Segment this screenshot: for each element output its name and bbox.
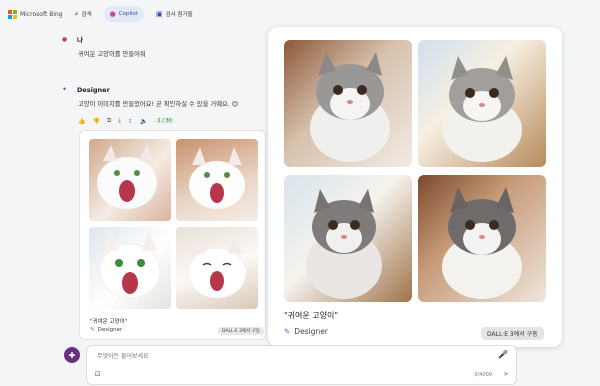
fluffy-grey-kitten-image	[442, 187, 522, 299]
white-kitten-yawning-image	[97, 145, 157, 209]
microsoft-bing-logo[interactable]: Microsoft Bing	[8, 9, 63, 19]
read-aloud-icon[interactable]: 🔈	[140, 118, 147, 125]
search-icon: ⌕	[74, 9, 79, 18]
designer-icon: ✎	[284, 327, 291, 336]
expanded-designer-text: Designer	[294, 327, 328, 336]
chat-input[interactable]	[97, 351, 477, 361]
thumbs-down-icon[interactable]: 👎	[92, 118, 99, 125]
white-kitten-yawning-image	[99, 231, 161, 299]
new-topic-icon: ✚	[68, 350, 76, 360]
user-avatar-icon: ●	[61, 35, 68, 43]
expanded-dalle-badge: DALL·E 3에서 구동	[481, 327, 544, 340]
white-kitten-yawning-image	[187, 235, 247, 299]
add-image-icon[interactable]: ⊡	[95, 370, 101, 378]
tab-search[interactable]: ⌕ 검색	[69, 6, 98, 22]
expanded-image-caption: "귀여운 고양이"	[284, 311, 339, 320]
copy-icon[interactable]: ⧉	[107, 117, 111, 125]
fluffy-grey-kitten-image	[306, 189, 382, 299]
image-thumbnail-large[interactable]	[284, 175, 412, 302]
designer-icon: ✎	[90, 327, 95, 333]
user-name: 나	[77, 36, 83, 44]
bot-name: Designer	[77, 85, 110, 94]
brand-label: Microsoft Bing	[20, 10, 63, 18]
image-result-card: "귀여운 고양이" ✎ Designer DALL·E 3에서 구동	[79, 130, 266, 340]
character-counter: 0/4000	[474, 372, 492, 378]
image-thumbnail[interactable]	[176, 139, 258, 221]
tab-notebook[interactable]: ▣ 검사 참가들	[150, 6, 199, 22]
copilot-icon: ●	[109, 10, 116, 18]
designer-label-text: Designer	[97, 327, 123, 333]
tab-search-label: 검색	[81, 12, 92, 18]
expanded-image-card: "귀여운 고양이" ✎ Designer DALL·E 3에서 구동	[268, 27, 562, 347]
designer-label[interactable]: ✎ Designer	[90, 327, 122, 333]
thumbs-up-icon[interactable]: 👍	[78, 118, 85, 125]
tab-copilot-label: Copilot	[118, 11, 139, 17]
new-topic-button[interactable]: ✚	[64, 347, 80, 363]
message-tools: 👍 👎 ⧉ ⤓ ⇪ 🔈 1 / 30	[78, 117, 270, 125]
compose-box: 🎤 ⊡ 0/4000 ➤	[86, 345, 517, 385]
white-kitten-yawning-image	[189, 147, 245, 209]
share-icon[interactable]: ⇪	[128, 118, 133, 125]
image-thumbnail[interactable]	[176, 227, 258, 309]
expanded-designer-label[interactable]: ✎ Designer	[284, 327, 328, 336]
top-bar: Microsoft Bing ⌕ 검색 ● Copilot ▣ 검사 참가들	[0, 0, 600, 28]
download-icon[interactable]: ⤓	[118, 117, 121, 125]
bot-message-text: 고양이 이미지를 만들었어요! 곧 확인하실 수 있을 거예요. 😊	[78, 101, 239, 108]
tab-notebook-label: 검사 참가들	[165, 12, 193, 18]
send-icon[interactable]: ➤	[503, 370, 509, 378]
image-caption: "귀여운 고양이"	[90, 319, 128, 325]
image-thumbnail-large[interactable]	[418, 40, 546, 167]
microphone-icon[interactable]: 🎤	[498, 350, 508, 359]
designer-avatar-icon: ✦	[61, 86, 68, 93]
image-thumbnail-large[interactable]	[284, 40, 412, 167]
user-message-text: 귀여운 고양이를 만들어줘	[78, 51, 146, 58]
user-message-header: ● 나	[60, 34, 270, 45]
image-thumbnail[interactable]	[89, 227, 171, 309]
chat-column: ● 나 귀여운 고양이를 만들어줘 ✦ Designer 고양이 이미지를 만들…	[60, 28, 270, 125]
response-count-badge: 1 / 30	[154, 118, 175, 124]
bot-message-header: ✦ Designer	[60, 85, 270, 94]
fluffy-grey-kitten-image	[442, 56, 522, 162]
notebook-icon: ▣	[156, 10, 163, 18]
microsoft-logo-icon	[8, 9, 17, 19]
image-thumbnail[interactable]	[89, 139, 171, 221]
image-thumbnail-large[interactable]	[418, 175, 546, 302]
fluffy-grey-kitten-image	[310, 52, 390, 162]
dalle-badge: DALL·E 3에서 구동	[218, 327, 265, 335]
tab-copilot[interactable]: ● Copilot	[103, 6, 145, 22]
